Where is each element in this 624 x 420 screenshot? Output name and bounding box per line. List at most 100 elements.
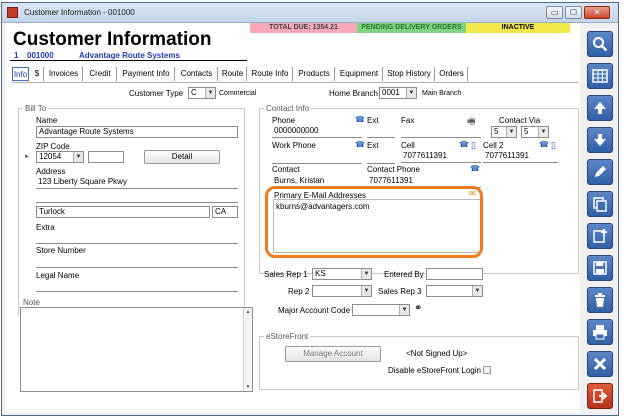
entered-by-label: Entered By (384, 270, 424, 279)
name-label: Name (36, 116, 58, 125)
sales-rep3-select[interactable]: ▼ (426, 285, 483, 297)
contact-phone-icon[interactable]: ☎ (470, 165, 480, 173)
tab-equipment[interactable]: Equipment (336, 67, 383, 81)
customer-name: Advantage Route Systems (79, 51, 180, 60)
city-field[interactable]: Turlock (36, 206, 210, 218)
close-button[interactable]: ✕ (584, 6, 610, 19)
copy-icon[interactable] (587, 191, 613, 217)
scroll-up-icon[interactable]: ▲ (244, 308, 252, 316)
sales-rep1-value: KS (315, 269, 326, 278)
work-phone-field[interactable] (272, 163, 362, 164)
chevron-down-icon[interactable]: ▼ (205, 88, 215, 98)
zip-select[interactable]: 12054 ▼ (36, 151, 84, 163)
customer-number: 001000 (27, 51, 54, 60)
expand-arrow-icon[interactable]: ► (24, 154, 30, 160)
entered-by-field[interactable] (426, 268, 483, 280)
chevron-down-icon[interactable]: ▼ (538, 127, 548, 137)
store-number-field[interactable] (36, 267, 238, 268)
scroll-down-icon[interactable]: ▼ (244, 383, 252, 391)
cell-field[interactable]: 7077611391 (401, 151, 481, 163)
customer-type-select[interactable]: C ▼ (188, 87, 216, 99)
note-title: Note (21, 298, 42, 307)
legal-name-label: Legal Name (36, 271, 80, 280)
zip-extension-field[interactable] (88, 151, 124, 163)
contact-via-select-1[interactable]: 5 ▼ (491, 126, 517, 138)
customer-type-desc: Commercial (219, 90, 257, 97)
save-icon[interactable] (587, 255, 613, 281)
extra-field[interactable] (36, 243, 238, 244)
bill-to-title: Bill To (23, 104, 49, 113)
name-field[interactable]: Advantage Route Systems (36, 126, 238, 138)
inactive-badge: INACTIVE (466, 23, 570, 33)
customer-information-window: Customer Information - 001000 ▭ ☐ ✕ TOTA… (1, 2, 619, 416)
tab-invoices[interactable]: Invoices (45, 67, 83, 81)
cell2-phone-icon[interactable]: ☎ (539, 141, 549, 149)
ext-field[interactable] (367, 137, 395, 138)
maximize-button[interactable]: ☐ (565, 6, 582, 19)
contact-via-label: Contact Via (499, 116, 541, 125)
estorefront-group: eStoreFront (259, 332, 579, 390)
chevron-down-icon[interactable]: ▼ (361, 286, 371, 296)
address-line2-field[interactable] (36, 191, 238, 203)
work-phone-icon[interactable]: ☎ (355, 141, 365, 149)
contact-info-title: Contact Info (264, 104, 312, 113)
tab-stop-history[interactable]: Stop History (384, 67, 435, 81)
add-icon[interactable] (587, 223, 613, 249)
note-scrollbar[interactable]: ▲ ▼ (243, 308, 252, 391)
fax-field[interactable] (401, 137, 481, 138)
edit-icon[interactable] (587, 159, 613, 185)
tab-route-info[interactable]: Route Info (248, 67, 293, 81)
customer-type-value: C (191, 88, 197, 97)
chevron-down-icon[interactable]: ▼ (406, 88, 416, 98)
manage-account-button[interactable]: Manage Account (285, 346, 381, 362)
rep2-select[interactable]: ▼ (312, 285, 372, 297)
arrow-up-icon[interactable] (587, 95, 613, 121)
home-branch-select[interactable]: 0001 ▼ (379, 87, 417, 99)
tab-route[interactable]: Route (219, 67, 247, 81)
delete-icon[interactable] (587, 287, 613, 313)
fax-icon[interactable]: 🖷 (467, 114, 476, 130)
state-field[interactable]: CA (212, 206, 238, 218)
app-icon (7, 7, 18, 18)
tab-contacts[interactable]: Contacts (176, 67, 218, 81)
chevron-down-icon[interactable]: ▼ (361, 269, 371, 279)
tab-info[interactable]: Info (12, 67, 29, 81)
mobile-icon[interactable]: ▯ (471, 140, 476, 151)
detail-button[interactable]: Detail (144, 150, 220, 164)
contact-phone-label: Contact Phone (367, 165, 420, 174)
mobile2-icon[interactable]: ▯ (551, 140, 556, 151)
tab-payment-info[interactable]: Payment Info (118, 67, 175, 81)
phone-field[interactable]: 0000000000 (272, 126, 362, 138)
ext2-field[interactable] (367, 163, 395, 164)
print-icon[interactable] (587, 319, 613, 345)
home-branch-label: Home Branch (329, 89, 378, 98)
arrow-down-icon[interactable] (587, 127, 613, 153)
chevron-down-icon[interactable]: ▼ (73, 152, 83, 162)
address-line1-field[interactable]: 123 Liberty Square Pkwy (36, 177, 238, 189)
search-icon[interactable] (587, 31, 613, 57)
major-account-select[interactable]: ▼ (352, 304, 410, 316)
cancel-icon[interactable] (587, 351, 613, 377)
chevron-down-icon[interactable]: ▼ (472, 286, 482, 296)
contact-via-select-2[interactable]: 5 ▼ (521, 126, 549, 138)
tab-dollar[interactable]: $ (31, 67, 44, 81)
phone-label: Phone (272, 116, 296, 125)
sales-rep1-label: Sales Rep 1 (264, 270, 308, 279)
chevron-down-icon[interactable]: ▼ (399, 305, 409, 315)
cell2-field[interactable]: 7077611391 (483, 151, 558, 163)
binoculars-icon[interactable]: ⚭ (414, 303, 422, 314)
tab-credit[interactable]: Credit (84, 67, 117, 81)
sales-rep1-select[interactable]: KS ▼ (312, 268, 372, 280)
legal-name-field[interactable] (36, 291, 238, 292)
title-bar: Customer Information - 001000 ▭ ☐ ✕ (2, 3, 618, 23)
minimize-button[interactable]: ▭ (546, 6, 563, 19)
exit-icon[interactable] (587, 383, 613, 409)
tab-products[interactable]: Products (294, 67, 335, 81)
phone-icon[interactable]: ☎ (355, 116, 365, 124)
disable-estore-checkbox[interactable] (483, 366, 491, 374)
chevron-down-icon[interactable]: ▼ (506, 127, 516, 137)
cell-phone-icon[interactable]: ☎ (459, 141, 469, 149)
tab-orders[interactable]: Orders (436, 67, 468, 81)
note-textarea[interactable]: ▲ ▼ (20, 307, 253, 392)
grid-icon[interactable] (587, 63, 613, 89)
